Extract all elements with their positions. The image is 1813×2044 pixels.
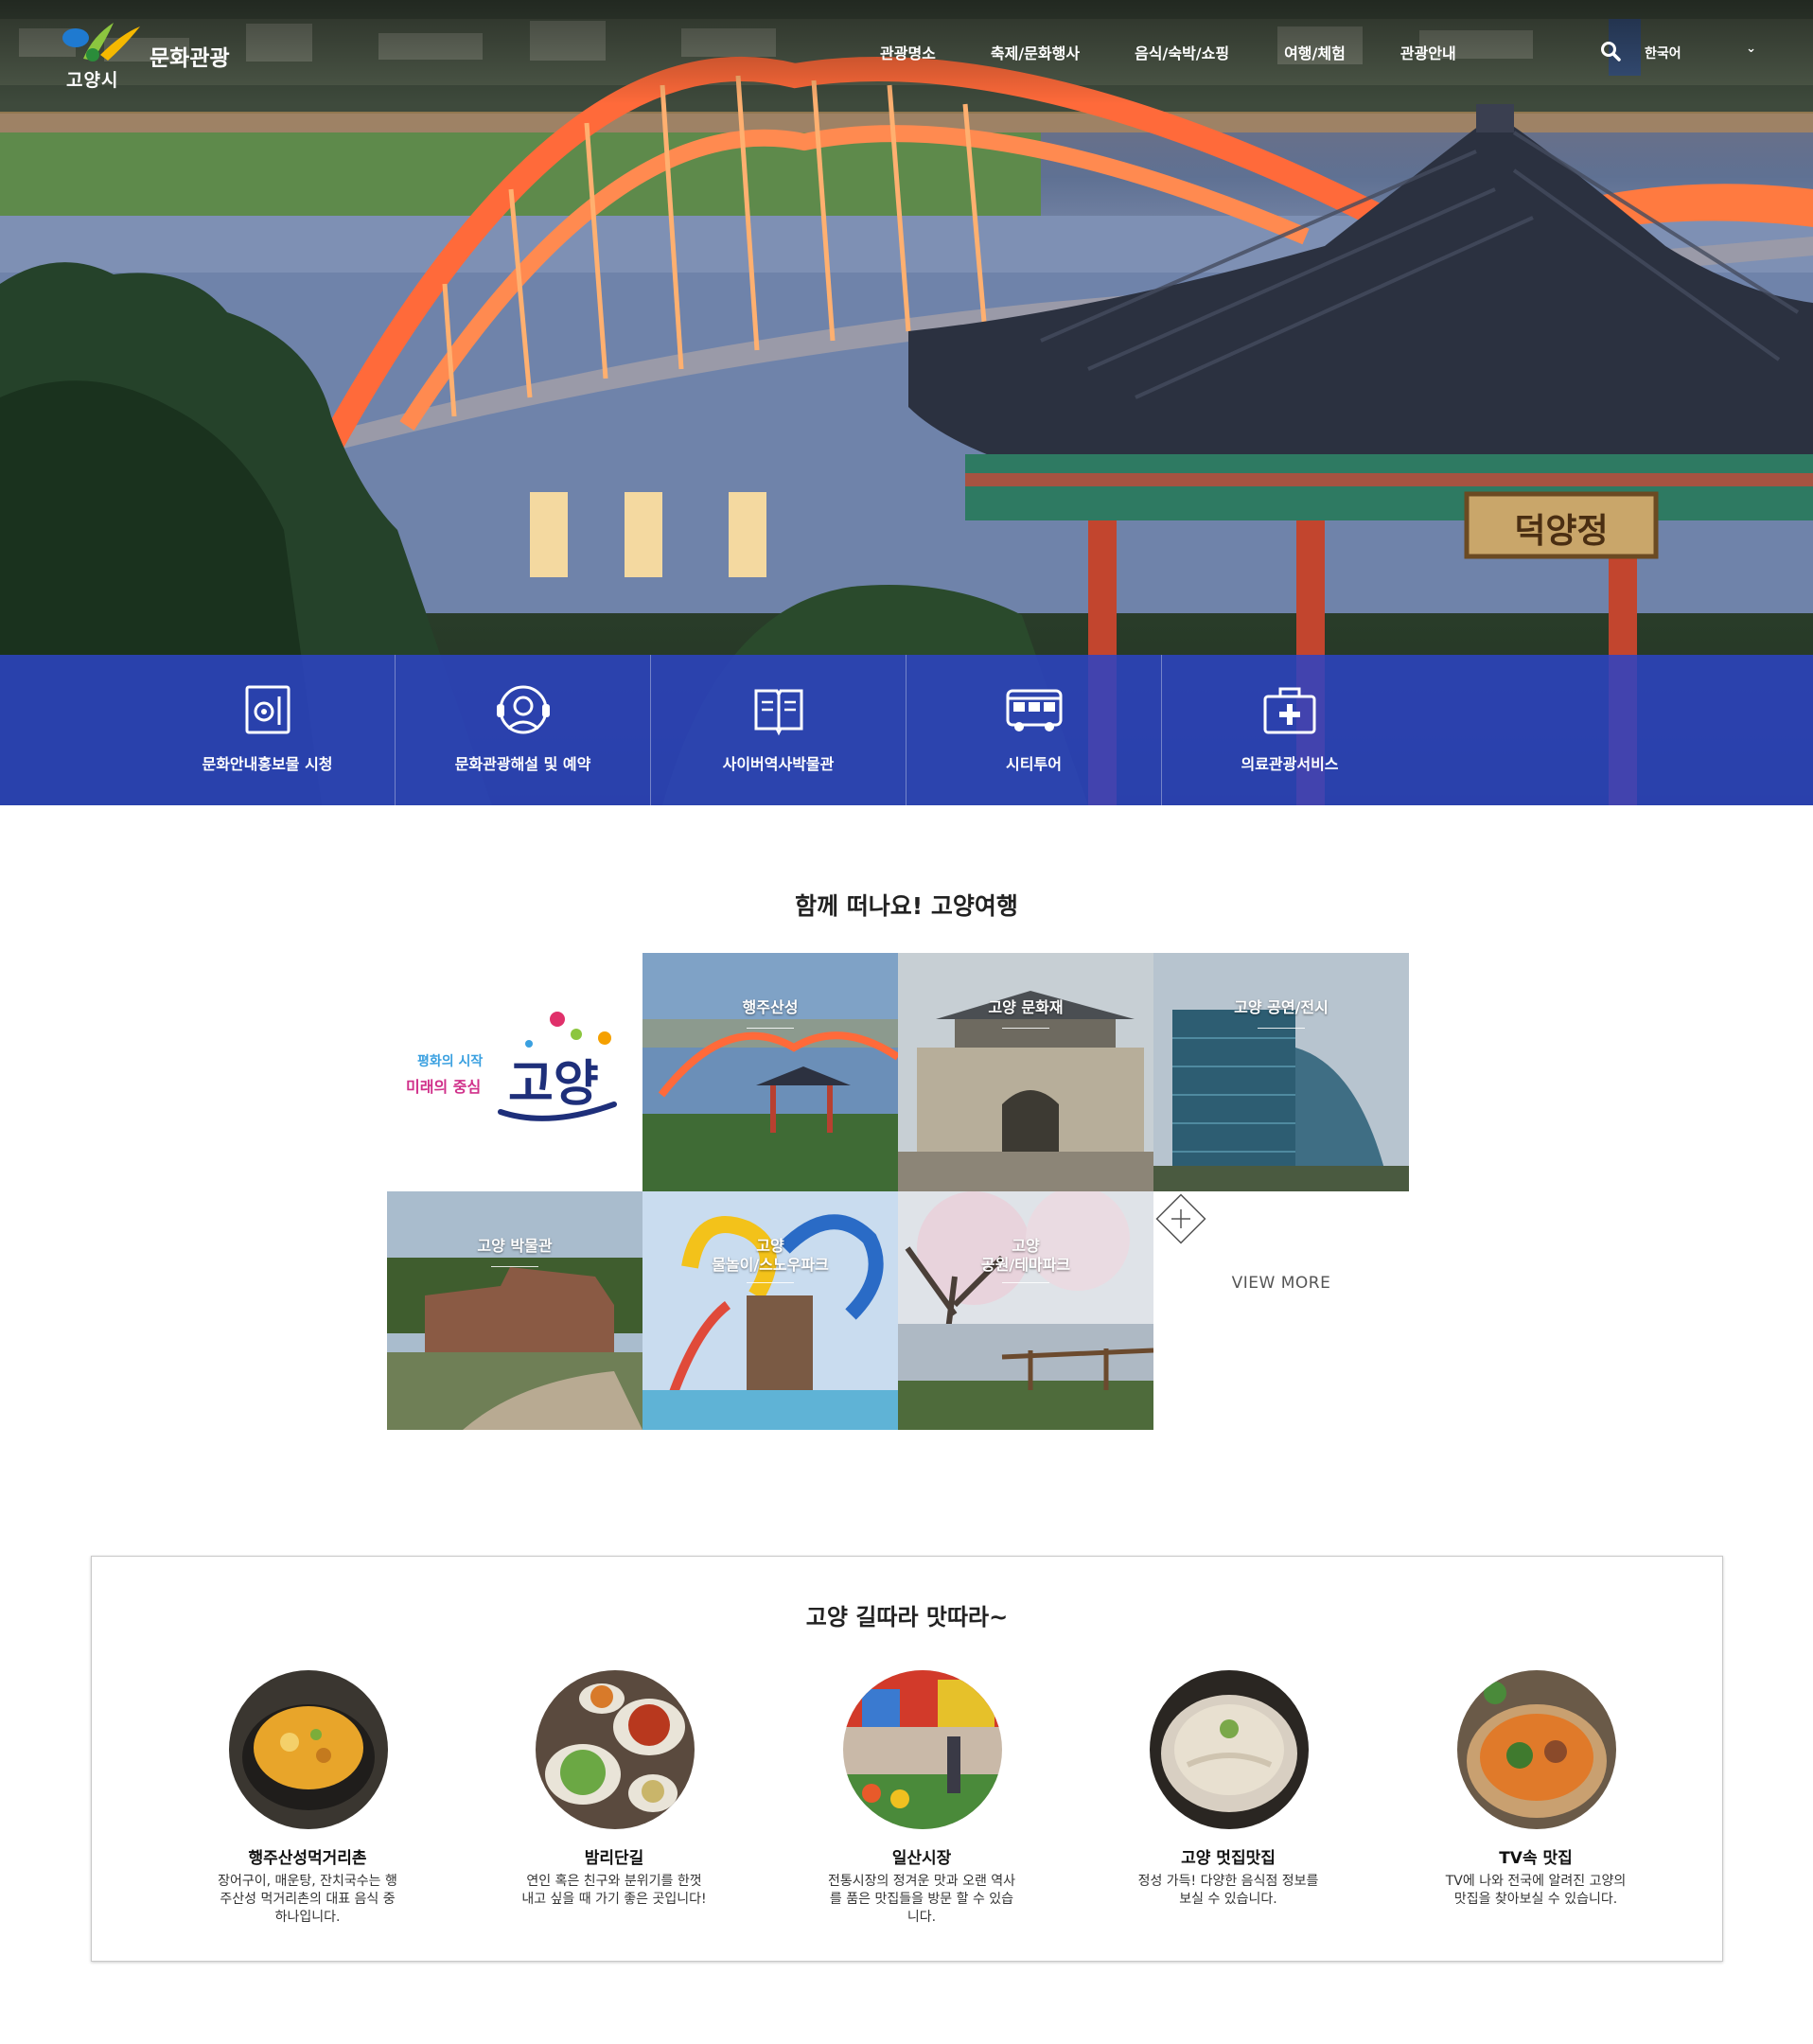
food-item-haengju[interactable]: 행주산성먹거리촌 장어구이, 매운탕, 잔치국수는 행주산성 먹거리촌의 대표 … xyxy=(194,1670,421,1935)
brochure-icon xyxy=(245,685,290,734)
bus-icon xyxy=(1006,689,1062,731)
food-item-desc: TV에 나와 전국에 알려진 고양의 맛집을 찾아보실 수 있습니다. xyxy=(1445,1874,1627,1907)
travel-section-title: 함께 떠나요! 고양여행 xyxy=(795,892,1018,920)
nav-food-lodging-shopping[interactable]: 음식/숙박/쇼핑 xyxy=(1135,41,1229,65)
food-section: 고양 길따라 맛따라~ 행주산성먹거리촌 장어구이, 매운탕, 잔치국수는 행주… xyxy=(91,1556,1723,1962)
language-value: 한국어 xyxy=(1645,46,1681,62)
guide-headset-icon xyxy=(496,685,550,734)
goyang-logo[interactable]: 고양시 xyxy=(55,17,140,91)
food-item-desc: 연인 혹은 친구와 분위기를 한껏 내고 싶을 때 가기 좋은 곳입니다! xyxy=(521,1874,707,1907)
haengjusanseong-image xyxy=(642,953,898,1191)
quick-menu-bar: 문화안내홍보물 시청 문화관광해설 및 예약 사이버역사박물관 시티투어 의료관… xyxy=(0,655,1813,805)
food-section-title: 고양 길따라 맛따라~ xyxy=(805,1604,1009,1630)
tile-label: 고양 박물관 xyxy=(477,1237,553,1255)
food-image xyxy=(536,1670,695,1829)
park-image xyxy=(898,1191,1153,1430)
quick-item-brochure[interactable]: 문화안내홍보물 시청 xyxy=(140,655,396,805)
logo-city-name: 고양시 xyxy=(66,70,119,91)
food-item-desc: 정성 가득! 다양한 음식점 정보를 보실 수 있습니다. xyxy=(1137,1874,1319,1907)
quick-item-guide-booking[interactable]: 문화관광해설 및 예약 xyxy=(396,655,651,805)
tile-underline xyxy=(747,1282,794,1283)
tile-label: 고양 문화재 xyxy=(988,998,1064,1016)
tile-underline xyxy=(747,1028,794,1029)
view-more-label: VIEW MORE xyxy=(1231,1274,1331,1293)
food-item-name: TV속 맛집 xyxy=(1499,1849,1573,1868)
tile-haengjusanseong[interactable]: 행주산성 xyxy=(642,953,898,1191)
food-item-desc: 장어구이, 매운탕, 잔치국수는 행주산성 먹거리촌의 대표 음식 중 하나입니… xyxy=(218,1874,397,1925)
quick-item-label: 문화안내홍보물 시청 xyxy=(202,755,333,773)
chevron-down-icon: ⌄ xyxy=(1746,42,1756,56)
tile-cultural-heritage[interactable]: 고양 문화재 xyxy=(898,953,1153,1191)
tile-label: 행주산성 xyxy=(742,998,799,1016)
main-navigation: 관광명소 축제/문화행사 음식/숙박/쇼핑 여행/체험 관광안내 xyxy=(880,41,1511,65)
quick-item-label: 의료관광서비스 xyxy=(1241,755,1339,773)
kintex-image xyxy=(1153,953,1409,1191)
tile-underline xyxy=(1258,1028,1305,1029)
food-item-name: 밤리단길 xyxy=(584,1849,644,1868)
language-select[interactable]: 한국어 ⌄ xyxy=(1645,42,1756,62)
food-item-tv-restaurants[interactable]: TV속 맛집 TV에 나와 전국에 알려진 고양의 맛집을 찾아보실 수 있습니… xyxy=(1422,1670,1649,1935)
tile-label: 고양 물놀이/스노우파크 xyxy=(712,1237,829,1274)
food-item-good-restaurants[interactable]: 고양 멋집맛집 정성 가득! 다양한 음식점 정보를 보실 수 있습니다. xyxy=(1115,1670,1342,1935)
tile-museum[interactable]: 고양 박물관 xyxy=(387,1191,642,1430)
book-icon xyxy=(754,689,802,736)
nav-attractions[interactable]: 관광명소 xyxy=(880,41,936,65)
tile-underline xyxy=(491,1266,538,1267)
tile-underline xyxy=(1002,1282,1049,1283)
tile-performance-exhibition[interactable]: 고양 공연/전시 xyxy=(1153,953,1409,1191)
tile-label: 고양 공연/전시 xyxy=(1234,998,1329,1016)
logo-mark-icon xyxy=(62,23,140,62)
food-image xyxy=(1457,1670,1616,1829)
quick-item-medical-tour[interactable]: 의료관광서비스 xyxy=(1162,655,1417,805)
museum-image xyxy=(387,1191,642,1430)
quick-item-label: 시티투어 xyxy=(1006,755,1062,773)
quick-item-cyber-museum[interactable]: 사이버역사박물관 xyxy=(651,655,906,805)
medical-kit-icon xyxy=(1263,687,1316,734)
food-image xyxy=(843,1670,1002,1829)
site-header: 고양시 문화관광 관광명소 축제/문화행사 음식/숙박/쇼핑 여행/체험 관광안… xyxy=(0,0,1813,104)
food-item-name: 행주산성먹거리촌 xyxy=(248,1849,367,1868)
view-more-tile[interactable]: VIEW MORE xyxy=(1153,1191,1409,1430)
food-item-name: 고양 멋집맛집 xyxy=(1181,1849,1276,1868)
tile-label: 고양 공원/테마파크 xyxy=(980,1237,1071,1274)
tile-park-themepark[interactable]: 고양 공원/테마파크 xyxy=(898,1191,1153,1430)
quick-item-label: 문화관광해설 및 예약 xyxy=(454,755,591,773)
quick-item-label: 사이버역사박물관 xyxy=(722,755,835,773)
pavilion-sign: 덕양정 xyxy=(1514,511,1609,551)
nav-festivals[interactable]: 축제/문화행사 xyxy=(991,41,1080,65)
nav-tourist-info[interactable]: 관광안내 xyxy=(1400,41,1456,65)
food-item-name: 일산시장 xyxy=(891,1849,952,1868)
goyang-brand-tile: 평화의 시작 미래의 중심 고양 xyxy=(387,953,642,1191)
nav-travel-experience[interactable]: 여행/체험 xyxy=(1284,41,1346,65)
search-icon[interactable] xyxy=(1599,40,1622,62)
tile-waterpark[interactable]: 고양 물놀이/스노우파크 xyxy=(642,1191,898,1430)
plus-diamond-icon[interactable] xyxy=(1153,1191,1208,1246)
food-image xyxy=(229,1670,388,1829)
food-item-desc: 전통시장의 정겨운 맛과 오랜 역사를 품은 맛집들을 방문 할 수 있습니다. xyxy=(827,1874,1016,1925)
travel-grid: 평화의 시작 미래의 중심 고양 행주산성 고양 문화재 고양 공연/전시 고양… xyxy=(387,953,1409,1430)
food-item-bamridan[interactable]: 밤리단길 연인 혹은 친구와 분위기를 한껏 내고 싶을 때 가기 좋은 곳입니… xyxy=(501,1670,728,1935)
cultural-heritage-image xyxy=(898,953,1153,1191)
food-item-ilsan-market[interactable]: 일산시장 전통시장의 정겨운 맛과 오랜 역사를 품은 맛집들을 방문 할 수 … xyxy=(808,1670,1035,1935)
tile-underline xyxy=(1002,1028,1049,1029)
site-title[interactable]: 문화관광 xyxy=(150,40,230,72)
waterpark-image xyxy=(642,1191,898,1430)
quick-item-city-tour[interactable]: 시티투어 xyxy=(906,655,1162,805)
brand-decoration-icon xyxy=(498,1012,617,1121)
food-image xyxy=(1150,1670,1309,1829)
